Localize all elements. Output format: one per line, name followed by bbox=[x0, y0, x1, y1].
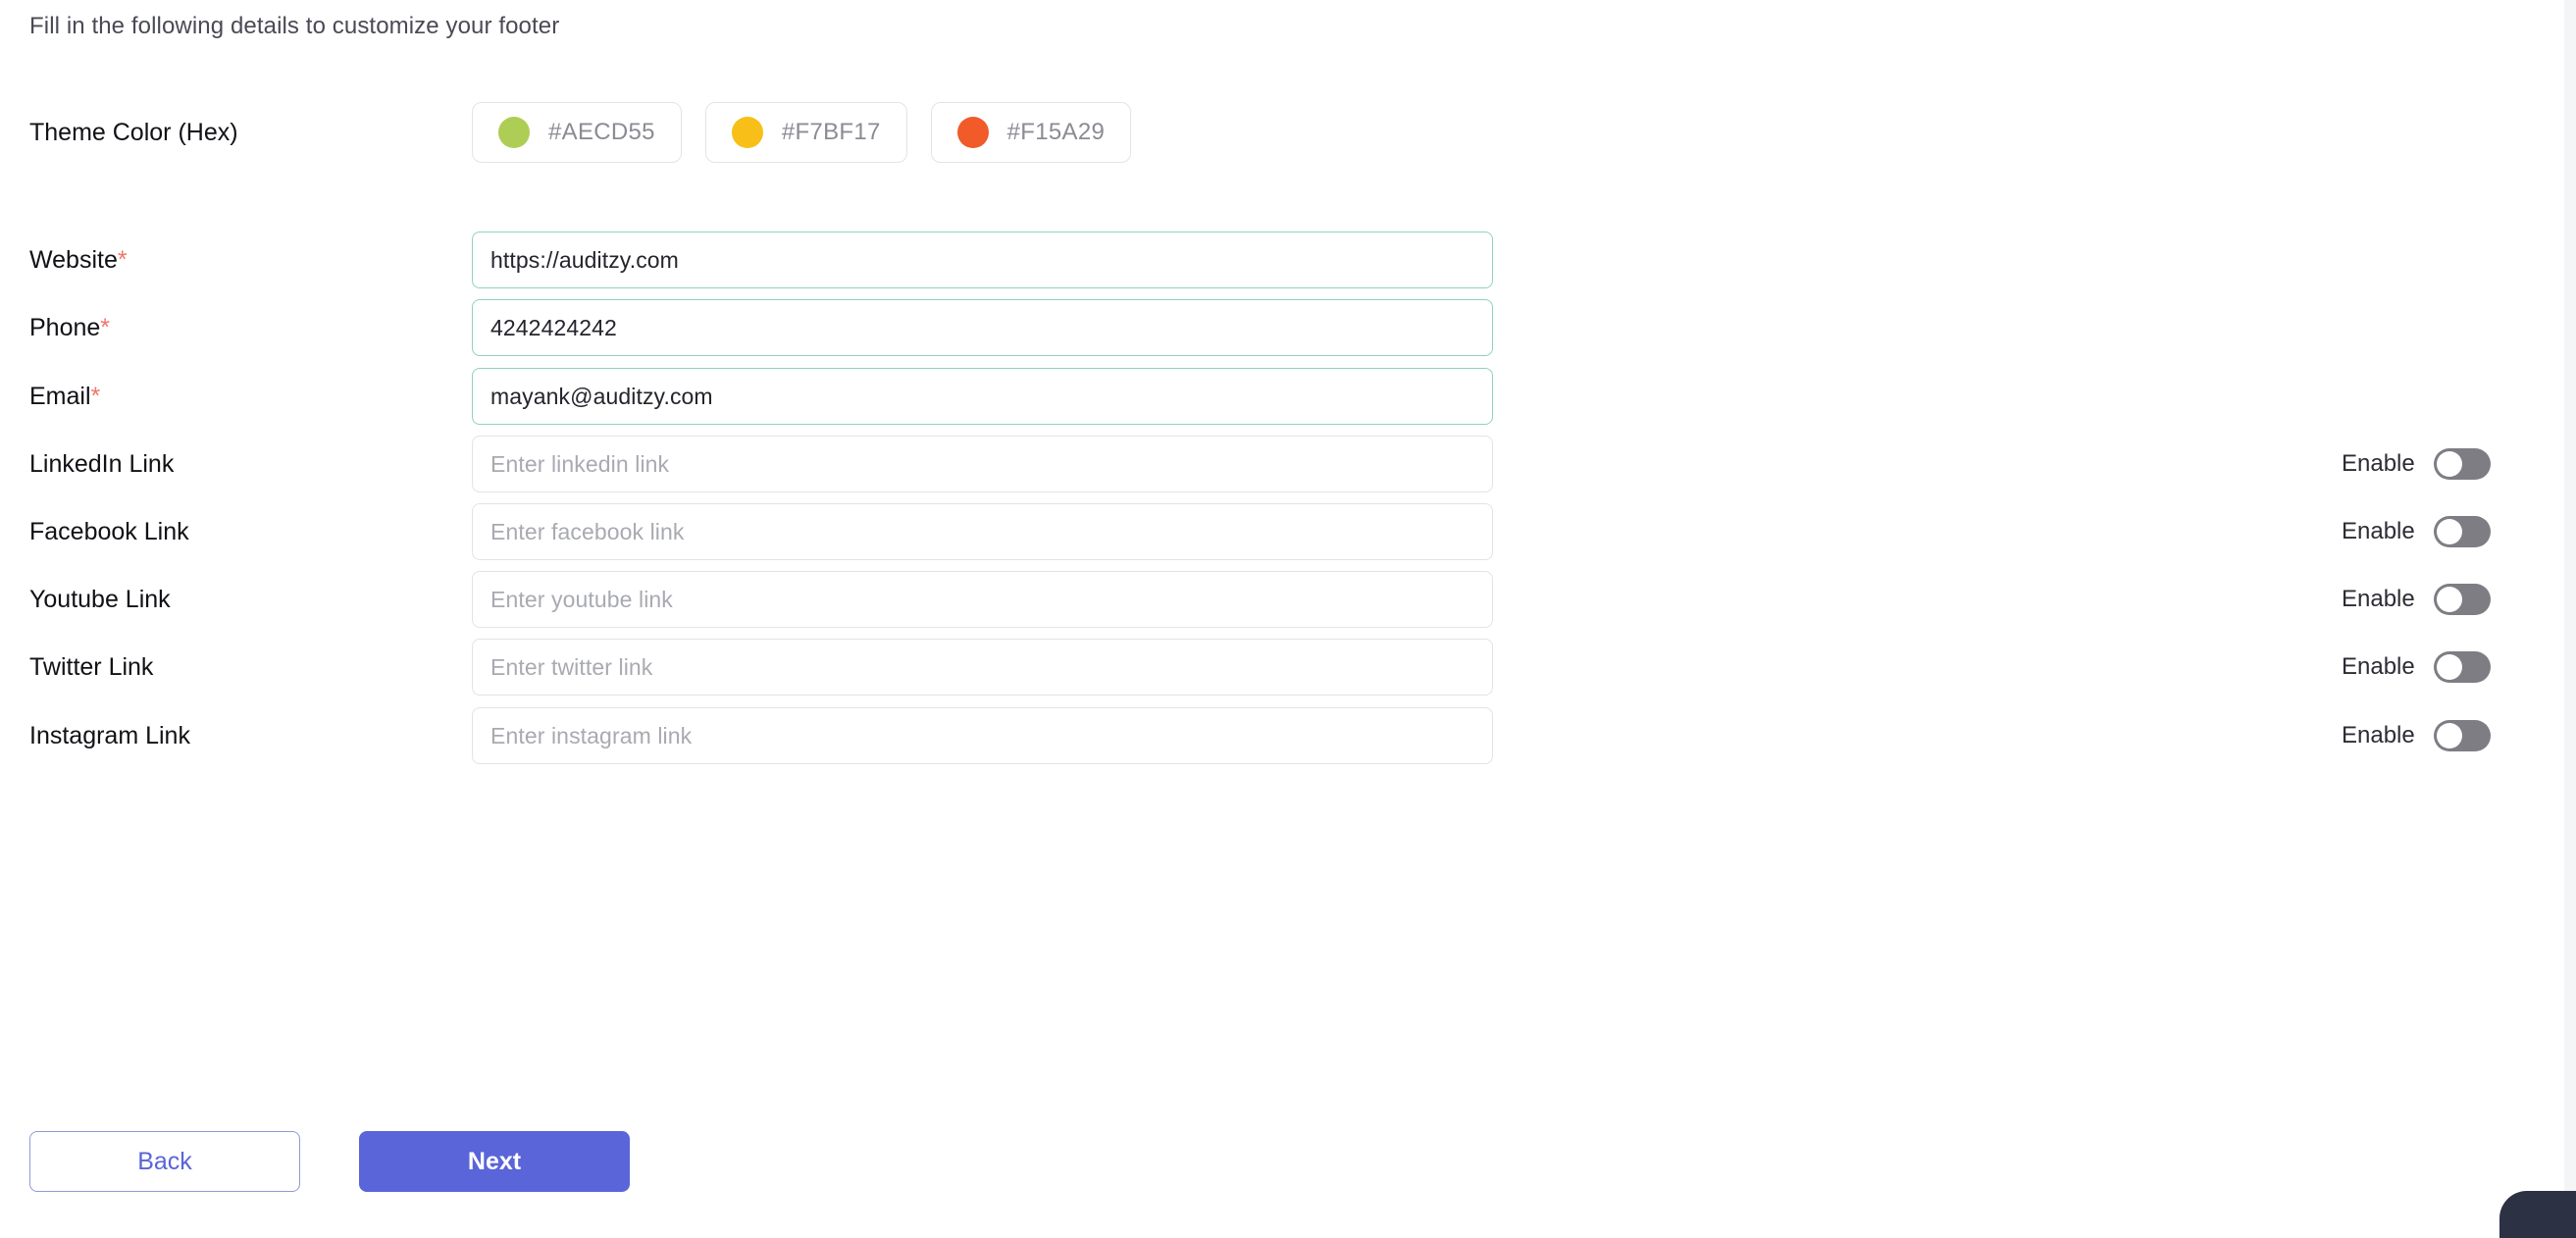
field-label: Email* bbox=[29, 383, 100, 411]
form-content-area: Fill in the following details to customi… bbox=[0, 0, 2564, 1238]
enable-label: Enable bbox=[2342, 518, 2415, 544]
enable-label: Enable bbox=[2342, 586, 2415, 612]
input-placeholder: Enter youtube link bbox=[490, 586, 673, 612]
field-label: Website* bbox=[29, 246, 128, 275]
field-label: Phone* bbox=[29, 314, 110, 342]
enable-toggle-group: Enable bbox=[2342, 707, 2491, 764]
input-placeholder: Enter facebook link bbox=[490, 518, 685, 544]
field-label-text: Facebook Link bbox=[29, 518, 189, 545]
text-input[interactable]: Enter youtube link bbox=[472, 571, 1493, 628]
next-button[interactable]: Next bbox=[359, 1131, 630, 1192]
field-label: Twitter Link bbox=[29, 653, 153, 682]
theme-color-swatch[interactable]: #F15A29 bbox=[930, 102, 1132, 163]
field-label: LinkedIn Link bbox=[29, 450, 174, 479]
theme-color-row: Theme Color (Hex) #AECD55 #F7BF17 #F15A29 bbox=[0, 102, 2564, 163]
toggle-knob bbox=[2436, 723, 2462, 748]
enable-toggle-switch[interactable] bbox=[2433, 720, 2491, 751]
input-value: mayank@auditzy.com bbox=[490, 383, 713, 409]
field-label-text: Youtube Link bbox=[29, 586, 171, 613]
theme-color-label: Theme Color (Hex) bbox=[29, 119, 238, 146]
form-field-row: LinkedIn Link Enter linkedin link Enable bbox=[0, 436, 2564, 492]
text-input[interactable]: Enter facebook link bbox=[472, 503, 1493, 560]
color-dot-icon bbox=[498, 117, 530, 148]
theme-color-swatch-list: #AECD55 #F7BF17 #F15A29 bbox=[472, 102, 1132, 163]
field-label-text: Email bbox=[29, 383, 91, 410]
page-intro-text: Fill in the following details to customi… bbox=[29, 13, 560, 39]
enable-toggle-switch[interactable] bbox=[2433, 448, 2491, 480]
field-label-text: LinkedIn Link bbox=[29, 450, 175, 478]
toggle-knob bbox=[2436, 654, 2462, 680]
enable-toggle-switch[interactable] bbox=[2433, 651, 2491, 683]
text-input[interactable]: Enter twitter link bbox=[472, 639, 1493, 696]
form-field-row: Youtube Link Enter youtube link Enable bbox=[0, 571, 2564, 628]
field-label: Facebook Link bbox=[29, 518, 189, 546]
input-placeholder: Enter twitter link bbox=[490, 653, 653, 680]
form-field-row: Phone* 4242424242 bbox=[0, 299, 2564, 356]
swatch-hex-label: #F15A29 bbox=[1006, 119, 1106, 145]
field-label: Instagram Link bbox=[29, 722, 190, 750]
required-marker: * bbox=[100, 314, 111, 341]
required-marker: * bbox=[117, 246, 128, 274]
text-input[interactable]: mayank@auditzy.com bbox=[472, 368, 1493, 425]
theme-color-swatch[interactable]: #AECD55 bbox=[472, 102, 682, 163]
field-label-text: Twitter Link bbox=[29, 653, 154, 681]
theme-color-swatch[interactable]: #F7BF17 bbox=[704, 102, 907, 163]
swatch-hex-label: #AECD55 bbox=[548, 119, 655, 145]
form-field-row: Facebook Link Enter facebook link Enable bbox=[0, 503, 2564, 560]
form-field-row: Website* https://auditzy.com bbox=[0, 232, 2564, 288]
input-placeholder: Enter instagram link bbox=[490, 722, 693, 748]
text-input[interactable]: Enter instagram link bbox=[472, 707, 1493, 764]
toggle-knob bbox=[2436, 451, 2462, 477]
input-value: 4242424242 bbox=[490, 314, 617, 340]
text-input[interactable]: 4242424242 bbox=[472, 299, 1493, 356]
right-gutter-strip bbox=[2564, 0, 2576, 1238]
required-marker: * bbox=[90, 383, 101, 410]
input-value: https://auditzy.com bbox=[490, 246, 679, 273]
back-button[interactable]: Back bbox=[29, 1131, 300, 1192]
text-input[interactable]: https://auditzy.com bbox=[472, 232, 1493, 288]
swatch-hex-label: #F7BF17 bbox=[781, 119, 881, 145]
toggle-knob bbox=[2436, 519, 2462, 544]
enable-toggle-group: Enable bbox=[2342, 571, 2491, 628]
field-label-text: Phone bbox=[29, 314, 101, 341]
field-label: Youtube Link bbox=[29, 586, 171, 614]
enable-toggle-group: Enable bbox=[2342, 503, 2491, 560]
field-label-text: Instagram Link bbox=[29, 722, 190, 749]
color-dot-icon bbox=[956, 117, 989, 148]
enable-toggle-group: Enable bbox=[2342, 639, 2491, 696]
wizard-button-bar: Back Next bbox=[29, 1131, 630, 1192]
form-field-row: Instagram Link Enter instagram link Enable bbox=[0, 707, 2564, 764]
toggle-knob bbox=[2436, 587, 2462, 612]
enable-label: Enable bbox=[2342, 722, 2415, 748]
form-field-row: Email* mayank@auditzy.com bbox=[0, 368, 2564, 425]
enable-label: Enable bbox=[2342, 653, 2415, 680]
enable-toggle-group: Enable bbox=[2342, 436, 2491, 492]
enable-toggle-switch[interactable] bbox=[2433, 516, 2491, 547]
enable-label: Enable bbox=[2342, 450, 2415, 477]
enable-toggle-switch[interactable] bbox=[2433, 584, 2491, 615]
field-label-text: Website bbox=[29, 246, 118, 274]
input-placeholder: Enter linkedin link bbox=[490, 450, 670, 477]
color-dot-icon bbox=[731, 117, 763, 148]
footer-customization-page: Fill in the following details to customi… bbox=[0, 0, 2576, 1238]
text-input[interactable]: Enter linkedin link bbox=[472, 436, 1493, 492]
form-field-row: Twitter Link Enter twitter link Enable bbox=[0, 639, 2564, 696]
chat-widget-launcher[interactable] bbox=[2499, 1191, 2576, 1238]
